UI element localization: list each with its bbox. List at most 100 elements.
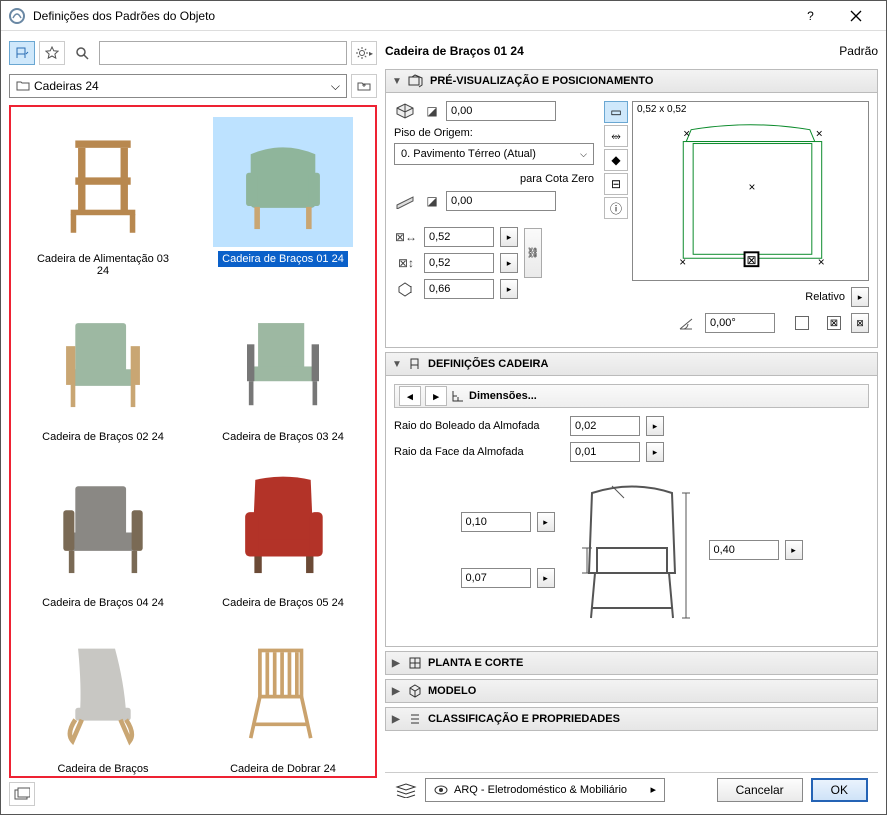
view-info-button[interactable]: ⓘ: [604, 197, 628, 219]
link-dimensions-toggle[interactable]: ⛓: [524, 228, 542, 278]
dim-z-input[interactable]: [424, 279, 494, 299]
ok-button[interactable]: OK: [811, 778, 868, 802]
library-manager-button[interactable]: [9, 782, 35, 806]
diagram-d1-stepper[interactable]: ▸: [537, 512, 555, 532]
panel-preview: ▼ PRÉ-VISUALIZAÇÃO E POSICIONAMENTO ◪: [385, 69, 878, 348]
view-elev-button[interactable]: ⊟: [604, 173, 628, 195]
dialog-body: ▸ Cadeiras 24 ⌵ Cadeira de Alimentação 0…: [1, 31, 886, 814]
diagram-d2-input[interactable]: [461, 568, 531, 588]
titlebar: Definições dos Padrões do Objeto ?: [1, 1, 886, 31]
panel-plan-header[interactable]: ▶ PLANTA E CORTE: [385, 651, 878, 675]
library-item[interactable]: Cadeira de Braços Escandinava 24: [15, 621, 191, 778]
view-front-button[interactable]: ⥈: [604, 125, 628, 147]
dim-z-stepper[interactable]: ▸: [500, 279, 518, 299]
panel-preview-header[interactable]: ▼ PRÉ-VISUALIZAÇÃO E POSICIONAMENTO: [385, 69, 878, 93]
mirror-stepper[interactable]: ⊠: [851, 313, 869, 333]
library-item[interactable]: Cadeira de Braços 02 24: [15, 289, 191, 451]
settings-button[interactable]: ▸: [351, 41, 377, 65]
help-button[interactable]: ?: [788, 1, 833, 31]
next-page-button[interactable]: ▸: [425, 386, 447, 406]
panel-class-header[interactable]: ▶ CLASSIFICAÇÃO E PROPRIEDADES: [385, 707, 878, 731]
top-elevation-input[interactable]: [446, 101, 556, 121]
cancel-button[interactable]: Cancelar: [717, 778, 803, 802]
svg-text:×: ×: [749, 180, 756, 194]
cushion-fillet-stepper[interactable]: ▸: [646, 416, 664, 436]
relative-stepper[interactable]: ▸: [851, 287, 869, 307]
settings-pane: Cadeira de Braços 01 24 Padrão ▼ PRÉ-VIS…: [385, 39, 878, 806]
chevron-down-icon: ⌵: [580, 149, 587, 160]
panel-chair: ▼ DEFINIÇÕES CADEIRA ◂ ▸ Dimensões... Ra…: [385, 352, 878, 647]
cushion-face-input[interactable]: [570, 442, 640, 462]
view-3d-button[interactable]: ◆: [604, 149, 628, 171]
collapse-icon: ▼: [392, 359, 402, 370]
chair-diagram-icon: [567, 478, 697, 628]
diagram-d1-input[interactable]: [461, 512, 531, 532]
search-input[interactable]: [99, 41, 347, 65]
panel-chair-header[interactable]: ▼ DEFINIÇÕES CADEIRA: [385, 352, 878, 376]
angle-input[interactable]: [705, 313, 775, 333]
expand-icon: ▶: [392, 658, 402, 669]
right-header: Cadeira de Braços 01 24 Padrão: [385, 39, 878, 63]
list-icon: [408, 712, 422, 726]
mirror-x-check[interactable]: [795, 316, 809, 330]
item-label: Cadeira de Braços 01 24: [218, 251, 348, 267]
library-item[interactable]: Cadeira de Braços 03 24: [195, 289, 371, 451]
diagram-d3-input[interactable]: [709, 540, 779, 560]
home-story-dropdown[interactable]: 0. Pavimento Térreo (Atual) ⌵: [394, 143, 594, 165]
search-button[interactable]: [69, 41, 95, 65]
chair-icon: [14, 46, 30, 60]
item-label: Cadeira de Braços Escandinava 24: [28, 761, 178, 778]
library-item[interactable]: Cadeira de Alimentação 03 24: [15, 111, 191, 285]
search-icon: [75, 46, 89, 60]
panel-model-header[interactable]: ▶ MODELO: [385, 679, 878, 703]
close-button[interactable]: [833, 1, 878, 31]
selection-badge: Padrão: [839, 44, 878, 58]
star-icon: [45, 46, 59, 60]
library-icon: [14, 787, 30, 801]
layer-dropdown[interactable]: ARQ - Eletrodoméstico & Mobiliário ▸: [425, 778, 665, 802]
dimension-diagram: ▸ ▸ ▸: [394, 468, 869, 638]
folder-bar: Cadeiras 24 ⌵: [9, 73, 377, 99]
relative-label: Relativo: [805, 291, 845, 303]
expand-icon: ▶: [392, 714, 402, 725]
cushion-face-stepper[interactable]: ▸: [646, 442, 664, 462]
collapse-icon: ▼: [392, 76, 402, 87]
diagram-d2-stepper[interactable]: ▸: [537, 568, 555, 588]
prev-page-button[interactable]: ◂: [399, 386, 421, 406]
dim-x-stepper[interactable]: ▸: [500, 227, 518, 247]
bottom-bar: ARQ - Eletrodoméstico & Mobiliário ▸ Can…: [385, 772, 878, 806]
favorites-button[interactable]: [39, 41, 65, 65]
library-item[interactable]: Cadeira de Braços 05 24: [195, 455, 371, 617]
chevron-down-icon: ⌵: [331, 79, 340, 94]
hotspot-dims: 0,52 x 0,52: [637, 104, 686, 115]
layer-icon: [395, 782, 417, 798]
close-icon: [850, 10, 862, 22]
dim-y-icon: ⊠↕: [394, 253, 418, 273]
library-item[interactable]: Cadeira de Braços 01 24: [195, 111, 371, 285]
cushion-fillet-input[interactable]: [570, 416, 640, 436]
item-thumbnail: [213, 627, 353, 757]
zero-elevation-input[interactable]: [446, 191, 556, 211]
item-thumbnail: [33, 627, 173, 757]
svg-text:×: ×: [818, 255, 825, 269]
anchor-icon: ◪: [424, 191, 440, 211]
item-label: Cadeira de Alimentação 03 24: [28, 251, 178, 279]
up-folder-button[interactable]: [351, 74, 377, 98]
dim-y-input[interactable]: [424, 253, 494, 273]
folder-dropdown[interactable]: Cadeiras 24 ⌵: [9, 74, 347, 98]
preview-icon: [408, 74, 424, 88]
dim-z-icon: [394, 279, 418, 299]
mirror-y-check[interactable]: ⊠: [827, 316, 841, 330]
browse-library-button[interactable]: [9, 41, 35, 65]
library-item[interactable]: Cadeira de Braços 04 24: [15, 455, 191, 617]
dim-y-stepper[interactable]: ▸: [500, 253, 518, 273]
diagram-d3-stepper[interactable]: ▸: [785, 540, 803, 560]
svg-text:×: ×: [816, 127, 823, 141]
item-thumbnail: [213, 461, 353, 591]
panels-scroll[interactable]: ▼ PRÉ-VISUALIZAÇÃO E POSICIONAMENTO ◪: [385, 69, 878, 772]
view-symbol-button[interactable]: ▭: [604, 101, 628, 123]
library-item[interactable]: Cadeira de Dobrar 24: [195, 621, 371, 778]
plan-preview[interactable]: 0,52 x 0,52 ×× × ××: [632, 101, 869, 281]
dim-x-input[interactable]: [424, 227, 494, 247]
item-label: Cadeira de Braços 04 24: [38, 595, 168, 611]
